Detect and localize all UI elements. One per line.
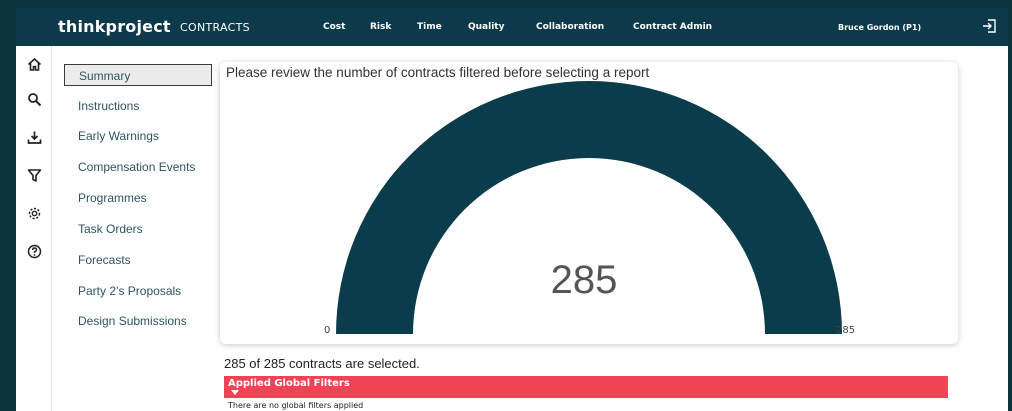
menu-item-design-submissions[interactable]: Design Submissions (78, 314, 187, 328)
gauge-value: 285 (550, 258, 618, 302)
top-navigation-bar: thinkproject CONTRACTS Cost Risk Time Qu… (16, 8, 1008, 46)
nav-quality[interactable]: Quality (468, 22, 504, 32)
nav-collaboration[interactable]: Collaboration (536, 22, 604, 32)
applied-global-filters-bar[interactable]: Applied Global Filters (224, 376, 948, 398)
menu-item-summary[interactable]: Summary (64, 64, 212, 86)
gauge-max-label: 285 (836, 325, 856, 336)
nav-cost[interactable]: Cost (323, 22, 345, 32)
product-name: CONTRACTS (180, 21, 250, 34)
settings-icon[interactable] (27, 206, 42, 221)
menu-item-task-orders[interactable]: Task Orders (78, 222, 143, 236)
menu-item-party-2-proposals[interactable]: Party 2’s Proposals (78, 284, 181, 298)
nav-time[interactable]: Time (417, 22, 442, 32)
caret-down-icon[interactable] (231, 390, 239, 395)
contracts-gauge-card: Please review the number of contracts fi… (220, 62, 958, 344)
no-filters-text: There are no global filters applied (228, 401, 364, 410)
menu-item-instructions[interactable]: Instructions (78, 99, 139, 113)
nav-risk[interactable]: Risk (370, 22, 391, 32)
search-icon[interactable] (27, 92, 42, 107)
nav-contract-admin[interactable]: Contract Admin (633, 22, 712, 32)
app-window: thinkproject CONTRACTS Cost Risk Time Qu… (16, 8, 1008, 411)
menu-item-programmes[interactable]: Programmes (78, 191, 147, 205)
brand-logo[interactable]: thinkproject (58, 17, 171, 36)
help-icon[interactable] (27, 244, 42, 259)
gauge-min-label: 0 (324, 325, 331, 336)
menu-item-early-warnings[interactable]: Early Warnings (78, 129, 159, 143)
filter-icon[interactable] (27, 168, 42, 183)
filters-title: Applied Global Filters (228, 378, 350, 389)
user-name[interactable]: Bruce Gordon (P1) (838, 23, 921, 32)
menu-item-forecasts[interactable]: Forecasts (78, 253, 131, 267)
home-icon[interactable] (27, 57, 42, 72)
logout-icon[interactable] (982, 19, 996, 33)
menu-item-compensation-events[interactable]: Compensation Events (78, 160, 195, 174)
download-icon[interactable] (27, 130, 42, 145)
contracts-selected-text: 285 of 285 contracts are selected. (224, 356, 420, 371)
icon-sidebar (16, 46, 52, 411)
